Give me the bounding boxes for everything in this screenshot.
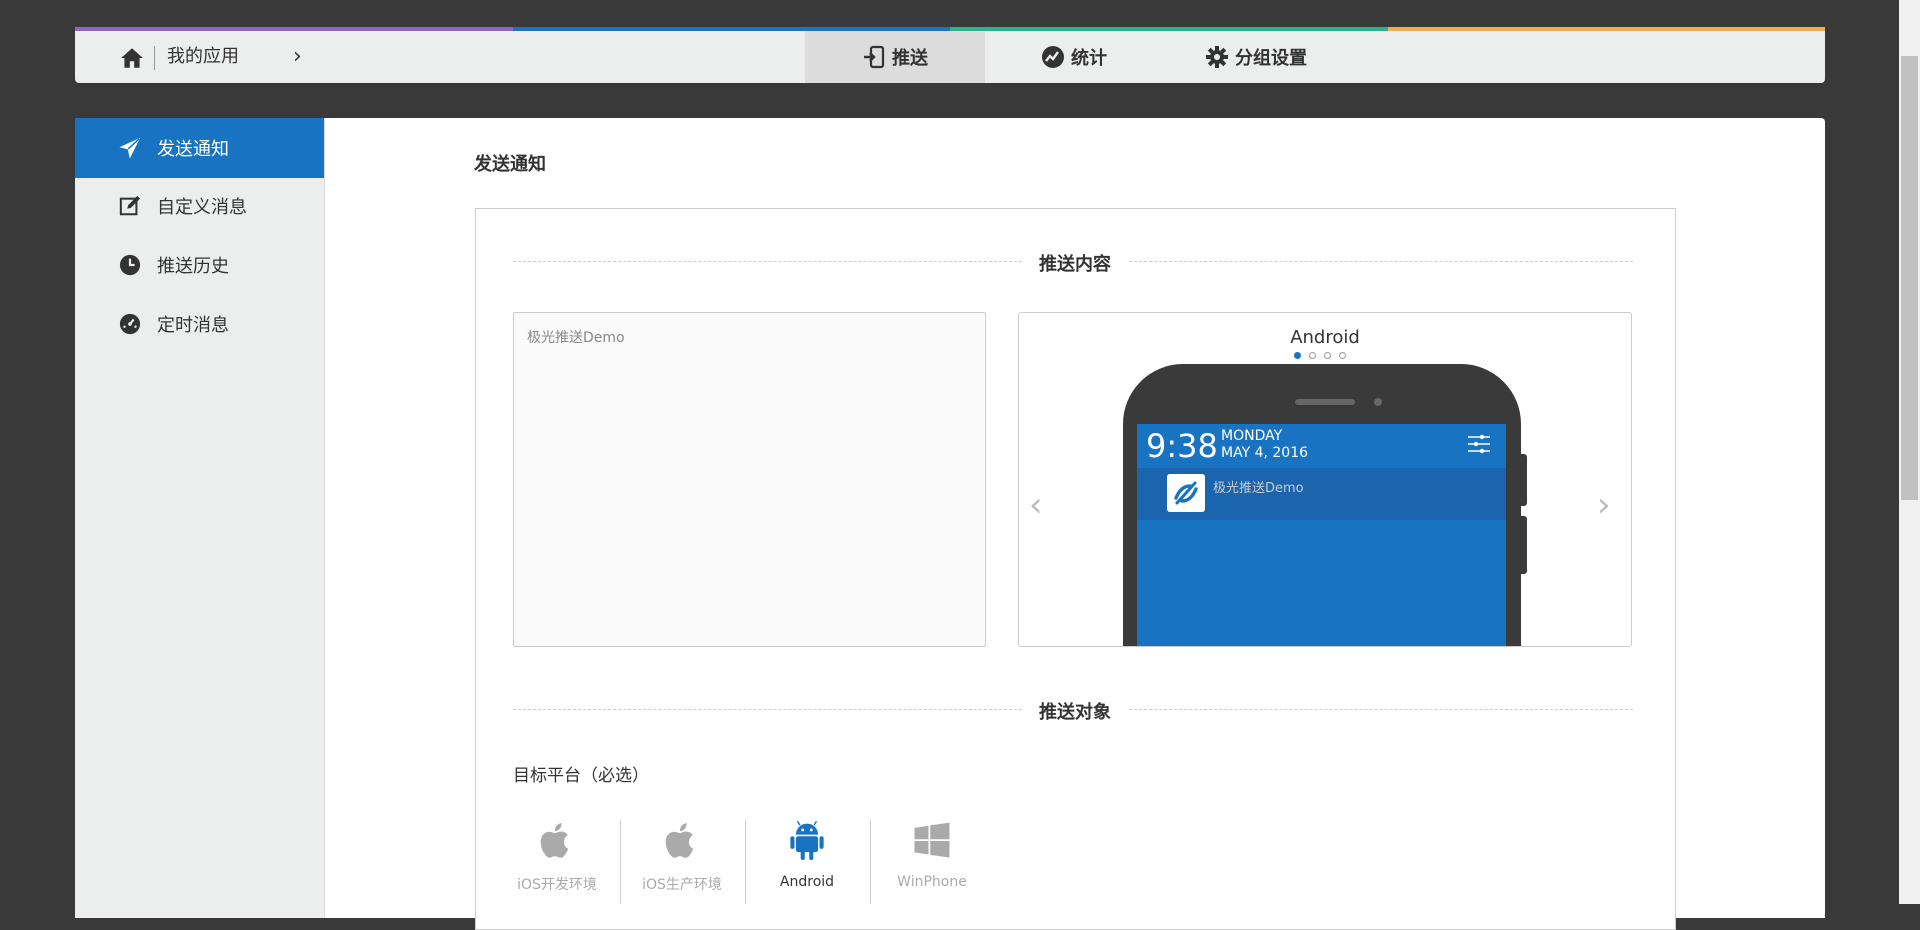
phone-mockup: 9:38 MONDAY MAY 4, 2016 极光推送Demo [1123,364,1527,646]
message-content-value: 极光推送Demo [527,330,625,346]
sidebar-item-custom-message[interactable]: 自定义消息 [75,176,324,236]
sidebar-item-label: 推送历史 [157,256,229,277]
apple-icon [540,823,569,858]
carousel-dot[interactable] [1324,352,1331,359]
carousel-dots [1294,352,1346,359]
platform-android[interactable]: Android [745,820,869,910]
push-icon [864,45,885,69]
carousel-dot[interactable] [1339,352,1346,359]
platform-ios-prod[interactable]: iOS生产环境 [620,820,744,910]
tab-stats[interactable]: 统计 [1041,31,1107,83]
breadcrumb-separator [154,46,155,70]
phone-side-button [1521,516,1527,574]
send-icon [119,137,141,159]
gear-icon [1206,46,1228,68]
platform-label: iOS生产环境 [642,877,722,893]
chart-icon [1042,46,1064,68]
edit-icon [119,195,141,216]
windows-icon [914,822,950,858]
message-content-input[interactable]: 极光推送Demo [513,312,986,647]
platform-label: Android [779,874,835,890]
sidebar-item-scheduled-message[interactable]: 定时消息 [75,294,324,354]
sidebar-item-send-notification[interactable]: 发送通知 [75,118,324,178]
preview-platform-title: Android [1290,327,1360,348]
home-icon[interactable] [119,45,145,71]
tab-group-settings[interactable]: 分组设置 [1205,31,1307,83]
target-platform-label: 目标平台（必选） [513,766,649,786]
platform-ios-dev[interactable]: iOS开发环境 [495,820,619,910]
chevron-right-icon[interactable]: › [293,31,302,83]
breadcrumb-my-apps[interactable]: 我的应用 [167,31,239,83]
phone-date: MONDAY MAY 4, 2016 [1221,428,1308,462]
page-title: 发送通知 [474,154,546,175]
section-title-content: 推送内容 [1023,250,1127,276]
android-icon [790,820,824,860]
platform-label: iOS开发环境 [517,877,597,893]
clock-icon [119,254,141,276]
sidebar-item-push-history[interactable]: 推送历史 [75,235,324,295]
apple-icon [665,823,694,858]
app-logo-icon [1167,474,1205,512]
settings-sliders-icon [1468,434,1490,454]
platform-winphone[interactable]: WinPhone [870,820,994,910]
chevron-left-icon[interactable]: ‹ [1029,488,1043,522]
sidebar-item-label: 自定义消息 [157,197,247,218]
phone-speaker [1295,399,1355,405]
tab-push[interactable]: 推送 [805,31,985,83]
phone-camera [1374,398,1382,406]
tab-group-settings-label: 分组设置 [1235,48,1307,69]
carousel-dot[interactable] [1309,352,1316,359]
notification-preview: Android 9:38 MONDAY MAY 4, 2016 极光推送Demo… [1018,312,1632,647]
tab-push-label: 推送 [892,48,928,69]
phone-day: MONDAY [1221,428,1283,444]
phone-date-value: MAY 4, 2016 [1221,445,1309,461]
phone-screen: 9:38 MONDAY MAY 4, 2016 极光推送Demo [1137,424,1506,646]
section-title-target: 推送对象 [1023,698,1127,724]
timer-icon [119,313,141,335]
phone-side-button [1521,454,1527,506]
platform-label: WinPhone [897,874,967,890]
notification-item: 极光推送Demo [1137,468,1506,520]
carousel-dot[interactable] [1294,352,1301,359]
sidebar: 发送通知 自定义消息 推送历史 定时消息 [75,118,325,918]
sidebar-item-label: 发送通知 [157,139,229,160]
sidebar-item-label: 定时消息 [157,315,229,336]
top-navbar: 我的应用 › 推送 统计 分组设置 [75,31,1825,83]
tab-stats-label: 统计 [1071,48,1107,69]
chevron-right-icon[interactable]: › [1597,488,1611,522]
phone-time: 9:38 [1146,427,1218,465]
notification-text: 极光推送Demo [1213,481,1304,496]
scrollbar-thumb[interactable] [1901,56,1918,500]
